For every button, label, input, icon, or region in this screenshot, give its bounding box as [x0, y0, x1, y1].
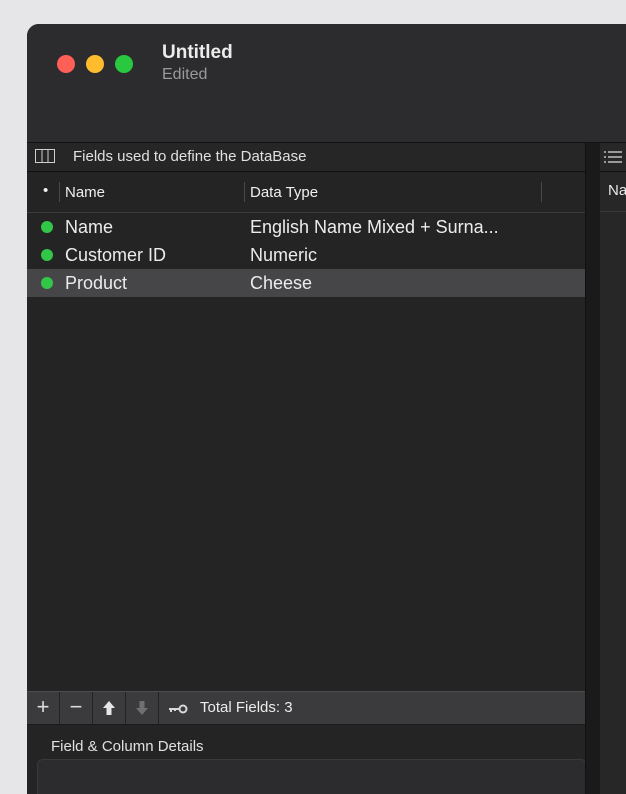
column-separator	[244, 182, 245, 202]
records-column-header[interactable]: Na	[608, 182, 626, 199]
columns-icon[interactable]	[35, 149, 55, 163]
column-separator	[541, 182, 542, 202]
fields-section-header: Fields used to define the DataBase	[27, 143, 585, 172]
records-table-header: Na	[600, 171, 626, 212]
fields-pane: Fields used to define the DataBase • Nam…	[27, 143, 587, 794]
app-window: Untitled Edited Fields used to define th…	[27, 24, 626, 794]
records-section-header	[600, 143, 626, 172]
field-name: Customer ID	[65, 245, 167, 265]
fields-section-title: Fields used to define the DataBase	[73, 148, 307, 165]
fields-table-header: • Name Data Type	[27, 172, 585, 213]
field-data-type: Numeric	[250, 245, 318, 265]
close-window-button[interactable]	[57, 55, 75, 73]
status-dot-icon	[41, 221, 53, 233]
key-icon	[169, 704, 188, 714]
status-dot-icon	[41, 277, 53, 289]
details-panel	[37, 759, 587, 794]
minimize-window-button[interactable]	[86, 55, 104, 73]
remove-field-button[interactable]: −	[60, 692, 93, 724]
field-name: Name	[65, 217, 114, 237]
records-pane: Na	[600, 143, 626, 794]
document-subtitle: Edited	[162, 66, 208, 83]
column-separator	[59, 182, 60, 202]
field-name: Product	[65, 273, 128, 293]
table-row[interactable]: Name English Name Mixed + Surna...	[27, 213, 585, 241]
table-row[interactable]: Customer ID Numeric	[27, 241, 585, 269]
move-down-button[interactable]	[126, 692, 159, 724]
field-data-type: Cheese	[250, 273, 313, 293]
title-bar: Untitled Edited	[27, 24, 626, 143]
move-up-button[interactable]	[93, 692, 126, 724]
fields-toolbar: + − Total Fields: 3	[27, 691, 585, 725]
pane-divider[interactable]	[585, 143, 601, 794]
name-column-header[interactable]: Name	[65, 184, 105, 201]
add-field-button[interactable]: +	[27, 692, 60, 724]
total-fields-count: Total Fields: 3	[200, 699, 293, 716]
fields-table-body: Name English Name Mixed + Surna... Custo…	[27, 213, 585, 297]
arrow-down-icon	[136, 701, 148, 715]
document-title: Untitled	[162, 42, 233, 63]
data-type-column-header[interactable]: Data Type	[250, 184, 318, 201]
status-dot-icon	[41, 249, 53, 261]
list-icon[interactable]	[604, 150, 622, 164]
status-column-header[interactable]: •	[43, 182, 48, 199]
details-section-title: Field & Column Details	[51, 738, 204, 755]
zoom-window-button[interactable]	[115, 55, 133, 73]
arrow-up-icon	[103, 701, 115, 715]
field-data-type: English Name Mixed + Surna...	[250, 217, 499, 237]
table-row-selected[interactable]: Product Cheese	[27, 269, 585, 297]
key-button[interactable]	[159, 692, 197, 724]
